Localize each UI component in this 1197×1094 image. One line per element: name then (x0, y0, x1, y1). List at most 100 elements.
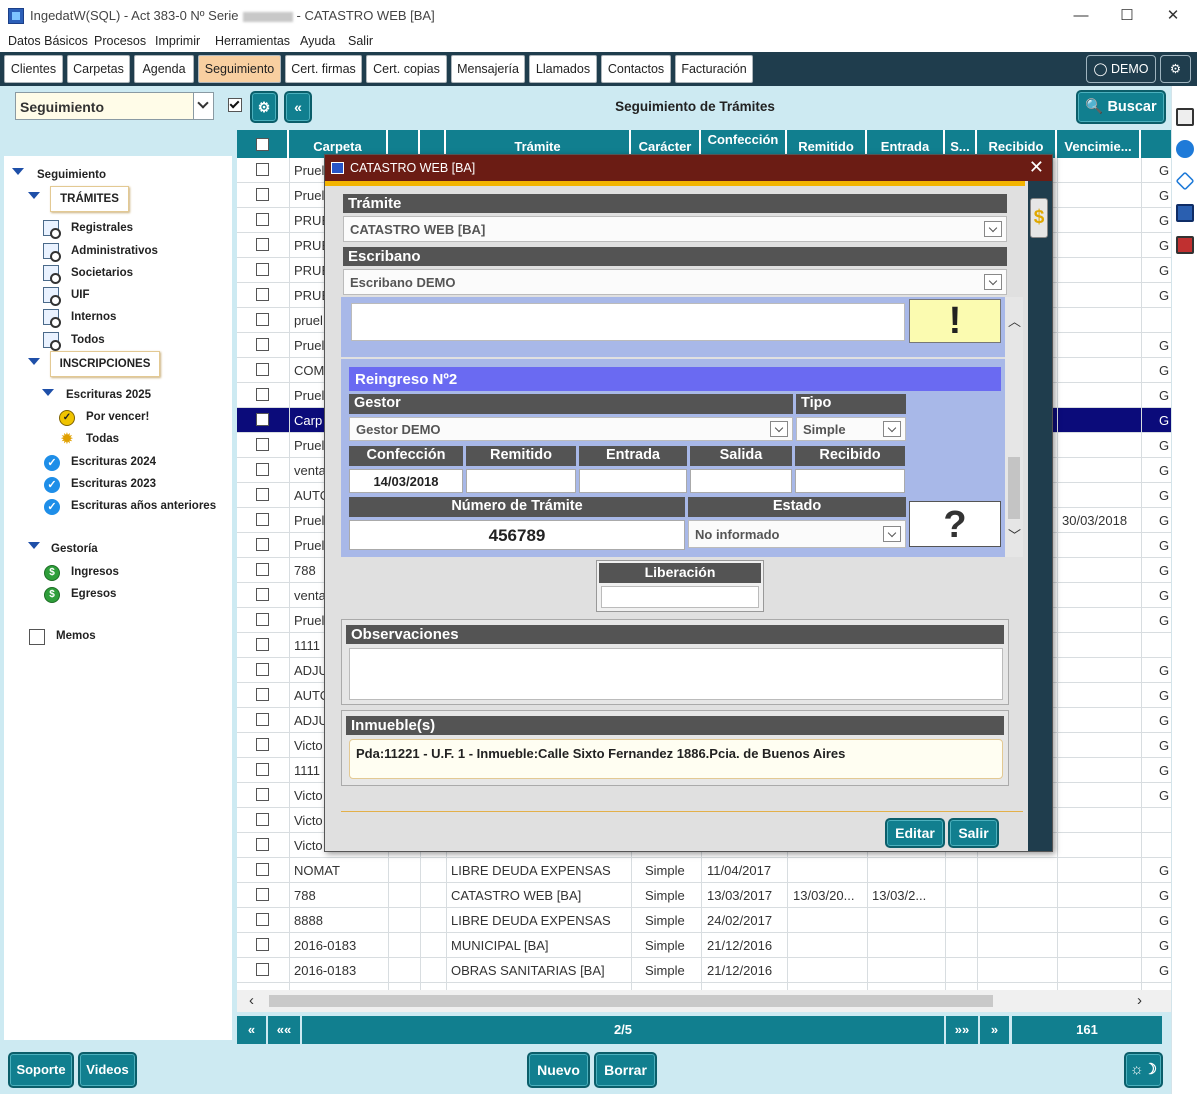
alert-icon[interactable]: ! (909, 299, 1001, 343)
recibido-field[interactable] (795, 469, 905, 493)
row-checkbox[interactable] (256, 438, 269, 451)
menu-datos-basicos[interactable]: Datos Básicos (8, 34, 88, 48)
close-window-button[interactable]: ✕ (1150, 4, 1196, 28)
row-checkbox[interactable] (256, 663, 269, 676)
row-checkbox[interactable] (256, 738, 269, 751)
observaciones-field[interactable] (349, 648, 1003, 700)
sidebar-root[interactable]: Seguimiento (37, 169, 106, 181)
row-checkbox[interactable] (256, 338, 269, 351)
modal-vertical-scrollbar[interactable]: ︿ ﹀ (1005, 297, 1023, 557)
row-checkbox[interactable] (256, 238, 269, 251)
row-checkbox[interactable] (256, 563, 269, 576)
tab-clientes[interactable]: Clientes (4, 55, 63, 83)
tab-seguimiento[interactable]: Seguimiento (198, 55, 281, 83)
estado-select[interactable]: No informado (688, 520, 906, 548)
theme-toggle-button[interactable]: ☼☽ (1124, 1052, 1163, 1088)
soporte-button[interactable]: Soporte (8, 1052, 74, 1088)
scroll-thumb[interactable] (269, 995, 993, 1007)
tab-cert-firmas[interactable]: Cert. firmas (285, 55, 362, 83)
row-checkbox[interactable] (256, 188, 269, 201)
confeccion-field[interactable]: 14/03/2018 (349, 469, 463, 493)
row-checkbox[interactable] (256, 713, 269, 726)
dollar-button[interactable]: $ (1030, 198, 1048, 238)
tab-facturacion[interactable]: Facturación (675, 55, 753, 83)
table-row[interactable]: 788 CATASTRO WEB [BA] Simple 13/03/2017 13/0… (237, 883, 1171, 908)
table-row[interactable]: 2016-0183 MUNICIPAL [BA] Simple 21/12/2016 G (237, 933, 1171, 958)
document-icon[interactable] (1176, 204, 1194, 222)
pager-last-button[interactable]: » (980, 1016, 1009, 1044)
pager-first-button[interactable]: « (237, 1016, 266, 1044)
row-checkbox[interactable] (256, 263, 269, 276)
row-checkbox[interactable] (256, 313, 269, 326)
help-question-icon[interactable]: ? (909, 501, 1001, 547)
sidebar-item-societarios[interactable]: Societarios (71, 267, 133, 279)
minimize-button[interactable]: — (1058, 4, 1104, 28)
row-checkbox[interactable] (256, 963, 269, 976)
inmueble-item[interactable]: Pda:11221 - U.F. 1 - Inmueble:Calle Sixt… (349, 739, 1003, 779)
row-checkbox[interactable] (256, 863, 269, 876)
header-vencimiento[interactable]: Vencimie... (1057, 130, 1141, 158)
row-checkbox[interactable] (256, 388, 269, 401)
escribano-select[interactable]: Escribano DEMO (343, 269, 1007, 295)
sidebar-item-uif[interactable]: UIF (71, 289, 90, 301)
pager-prev-button[interactable]: «« (268, 1016, 300, 1044)
row-checkbox[interactable] (256, 213, 269, 226)
filter-options-button[interactable]: ⚙ (250, 91, 278, 123)
row-checkbox[interactable] (256, 688, 269, 701)
row-checkbox[interactable] (256, 288, 269, 301)
modal-close-button[interactable]: ✕ (1029, 157, 1044, 178)
horizontal-scrollbar[interactable]: ‹ › (237, 990, 1171, 1012)
tab-carpetas[interactable]: Carpetas (67, 55, 130, 83)
expand-triangle-icon[interactable] (28, 542, 40, 549)
tab-mensajeria[interactable]: Mensajería (451, 55, 525, 83)
expand-triangle-icon[interactable] (42, 389, 54, 396)
sidebar-tramites[interactable]: TRÁMITES (50, 186, 129, 212)
row-checkbox[interactable] (256, 163, 269, 176)
row-checkbox[interactable] (256, 488, 269, 501)
menu-imprimir[interactable]: Imprimir (155, 34, 200, 48)
sidebar-item-escrituras-anteriores[interactable]: Escrituras años anteriores (71, 500, 216, 512)
table-row[interactable]: 2016-0183 OBRAS SANITARIAS [BA] Simple 21/1… (237, 958, 1171, 983)
sidebar-item-escrituras-2025[interactable]: Escrituras 2025 (66, 389, 151, 401)
scroll-up-icon[interactable]: ︿ (1008, 311, 1021, 330)
row-checkbox[interactable] (256, 913, 269, 926)
scroll-left-icon[interactable]: ‹ (249, 992, 254, 1009)
settings-button[interactable]: ⚙ (1160, 55, 1191, 83)
row-checkbox[interactable] (256, 413, 269, 426)
editar-button[interactable]: Editar (885, 818, 945, 848)
row-checkbox[interactable] (256, 463, 269, 476)
sidebar-item-memos[interactable]: Memos (56, 630, 96, 642)
entrada-field[interactable] (579, 469, 687, 493)
tipo-select[interactable]: Simple (796, 417, 906, 441)
row-checkbox[interactable] (256, 638, 269, 651)
sidebar-item-ingresos[interactable]: Ingresos (71, 566, 119, 578)
row-checkbox[interactable] (256, 613, 269, 626)
row-checkbox[interactable] (256, 813, 269, 826)
sidebar-item-por-vencer[interactable]: Por vencer! (86, 411, 149, 423)
menu-ayuda[interactable]: Ayuda (300, 34, 335, 48)
pager-next-button[interactable]: »» (946, 1016, 978, 1044)
share-icon[interactable] (1176, 140, 1194, 158)
scroll-right-icon[interactable]: › (1137, 992, 1142, 1009)
menu-salir[interactable]: Salir (348, 34, 373, 48)
salir-button[interactable]: Salir (948, 818, 999, 848)
tab-cert-copias[interactable]: Cert. copias (366, 55, 447, 83)
borrar-button[interactable]: Borrar (594, 1052, 657, 1088)
sidebar-item-todas[interactable]: Todas (86, 433, 119, 445)
clipboard-icon[interactable] (1176, 236, 1194, 254)
filter-checkbox[interactable] (228, 98, 242, 112)
tab-llamados[interactable]: Llamados (529, 55, 597, 83)
sidebar-item-registrales[interactable]: Registrales (71, 222, 133, 234)
sidebar-item-egresos[interactable]: Egresos (71, 588, 116, 600)
row-checkbox[interactable] (256, 763, 269, 776)
scroll-thumb[interactable] (1008, 457, 1020, 519)
nuevo-button[interactable]: Nuevo (527, 1052, 590, 1088)
expand-triangle-icon[interactable] (12, 168, 24, 175)
sidebar-item-internos[interactable]: Internos (71, 311, 116, 323)
scroll-down-icon[interactable]: ﹀ (1008, 525, 1021, 544)
salida-field[interactable] (690, 469, 792, 493)
expand-triangle-icon[interactable] (28, 192, 40, 199)
menu-herramientas[interactable]: Herramientas (215, 34, 290, 48)
videos-button[interactable]: Videos (78, 1052, 137, 1088)
user-button[interactable]: ◯ DEMO (1086, 55, 1156, 83)
